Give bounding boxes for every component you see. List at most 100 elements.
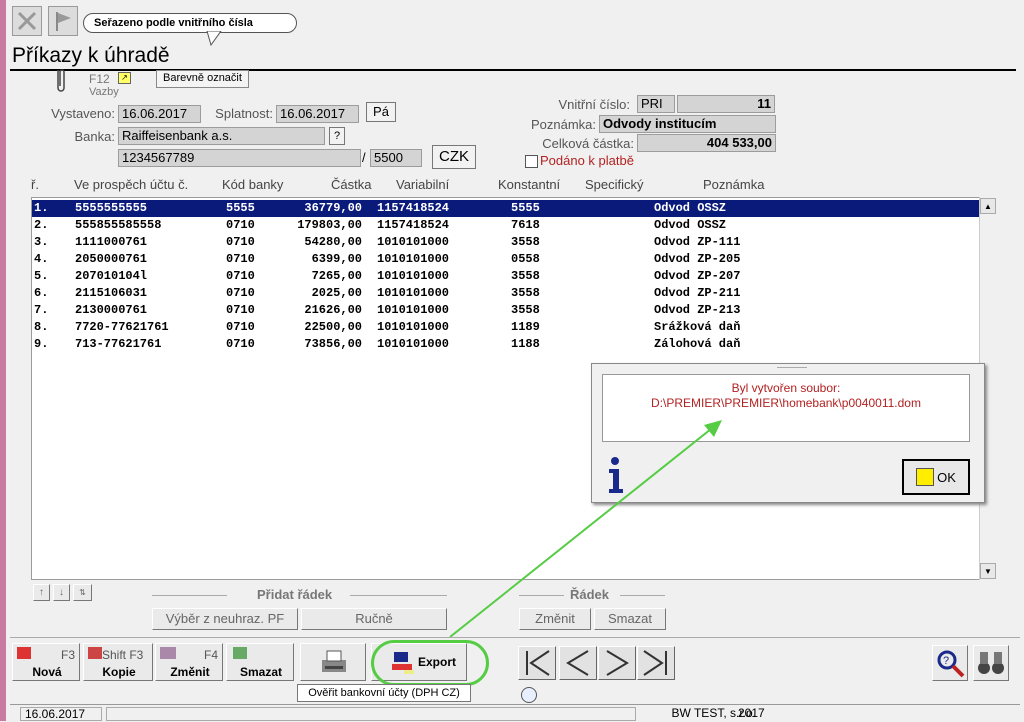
cell-ks: 0558 [511,252,540,266]
window-frame-edge [0,0,6,721]
move-down-icon[interactable]: ↓ [53,584,70,601]
banka-label: Banka: [74,129,115,144]
cell-castka: 7265,00 [311,269,362,283]
vyber-neuhraz-button[interactable]: Výběr z neuhraz. PF [152,608,298,630]
printer-icon [322,650,346,672]
scroll-up-icon[interactable]: ▲ [980,198,996,214]
nova-key: F3 [61,648,76,662]
clock-icon[interactable] [521,687,537,703]
sort-tooltip: Seřazeno podle vnitřního čísla [83,13,297,33]
zmenit-button[interactable]: F4 Změnit [155,643,223,681]
table-row[interactable]: 9. 713-77621761 0710 73856,00 1010101000 1188… [32,336,979,353]
cell-ucet: 1111000761 [75,235,148,249]
cell-castka: 73856,00 [304,337,362,351]
last-icon [643,650,667,676]
close-button[interactable] [12,6,42,36]
barevne-oznacit-tab[interactable]: Barevně označit [156,70,249,88]
cell-ucet: 2115106031 [75,286,148,300]
cell-ucet: 7720-77621761 [75,320,169,334]
col-header-kod[interactable]: Kód banky [222,177,283,192]
first-record-button[interactable] [518,646,556,680]
smazat-button[interactable]: Smazat [226,643,294,681]
sort-order-icon[interactable]: ⇅ [73,584,92,601]
day-button[interactable]: Pá [366,102,396,122]
table-row[interactable]: 1. 5555555555 5555 36779,00 1157418524 5555 Od… [32,200,979,217]
cell-n: 4. [34,252,49,266]
new-doc-icon [17,647,31,659]
cell-pozn: Odvod ZP-111 [654,235,741,249]
annotation-arrow [449,420,722,638]
close-icon [17,11,37,31]
table-row[interactable]: 3. 1111000761 0710 54280,00 1010101000 3558 Od… [32,234,979,251]
status-date: 16.06.2017 [20,707,102,721]
vystaveno-field[interactable]: 16.06.2017 [118,105,201,123]
last-record-button[interactable] [637,646,675,680]
table-row[interactable]: 4. 2050000761 0710 6399,00 1010101000 0558 Odv… [32,251,979,268]
bank-code-field[interactable]: 5500 [370,149,422,167]
cell-n: 9. [34,337,49,351]
col-header-castka[interactable]: Částka [331,177,371,192]
podano-label: Podáno k platbě [540,153,634,168]
first-icon [526,650,550,676]
currency-button[interactable]: CZK [432,145,476,169]
vnitrni-prefix-field[interactable]: PRI [637,95,675,113]
splatnost-field[interactable]: 16.06.2017 [276,105,359,123]
ok-button[interactable]: OK [902,459,970,495]
next-record-button[interactable] [598,646,636,680]
cell-ks: 7618 [511,218,540,232]
nova-label: Nová [32,665,62,679]
table-row[interactable]: 8. 7720-77621761 0710 22500,00 1010101000 118… [32,319,979,336]
table-header: ř. Ve prospěch účtu č. Kód banky Částka … [31,177,991,195]
scroll-down-icon[interactable]: ▼ [980,563,996,579]
message-line-1: Byl vytvořen soubor: [731,381,841,395]
col-header-konstantni[interactable]: Konstantní [498,177,560,192]
ok-label: OK [937,469,956,485]
smazat-label: Smazat [239,665,283,679]
vnitrni-cislo-field[interactable]: 11 [677,95,775,113]
binoculars-button[interactable] [973,645,1009,681]
flag-icon [56,12,71,31]
col-header-poznamka[interactable]: Poznámka [703,177,764,192]
table-row[interactable]: 5. 207010104l 0710 7265,00 1010101000 3558 Odv… [32,268,979,285]
paperclip-icon[interactable] [54,68,68,94]
col-header-specificky[interactable]: Specifický [585,177,644,192]
celkova-castka-field: 404 533,00 [637,134,776,152]
rucne-button[interactable]: Ručně [301,608,447,630]
cell-vs: 1010101000 [377,269,450,283]
cell-ucet: 5555555555 [75,201,148,215]
cell-ks: 3558 [511,269,540,283]
col-header-ucet[interactable]: Ve prospěch účtu č. [74,177,188,192]
dialog-grip[interactable] [777,367,807,368]
message-line-2: D:\PREMIER\PREMIER\homebank\p0040011.dom [651,396,921,410]
table-row[interactable]: 2. 555855585558 0710 179803,00 1157418524 761… [32,217,979,234]
move-up-icon[interactable]: ↑ [33,584,50,601]
cell-kod: 0710 [226,218,255,232]
flag-button[interactable] [48,6,78,36]
help-search-button[interactable]: ? [932,645,968,681]
col-header-row[interactable]: ř. [31,177,39,192]
account-number-field[interactable]: 1234567789 [118,149,361,167]
table-row[interactable]: 6. 2115106031 0710 2025,00 1010101000 3558 Odv… [32,285,979,302]
table-row[interactable]: 7. 2130000761 0710 21626,00 1010101000 3558 Od… [32,302,979,319]
cell-vs: 1010101000 [377,337,450,351]
prev-record-button[interactable] [559,646,597,680]
nova-button[interactable]: F3 Nová [12,643,80,681]
status-year: 2017 [738,706,765,720]
poznamka-field[interactable]: Odvody institucím [599,115,776,133]
banka-field[interactable]: Raiffeisenbank a.s. [118,127,325,145]
help-search-icon: ? [937,650,965,678]
print-button[interactable] [300,643,366,681]
cell-pozn: Odvod OSSZ [654,218,727,232]
col-header-variabilni[interactable]: Variabilní [396,177,449,192]
expand-icon[interactable]: ↗ [118,72,131,84]
divider [350,595,447,596]
cell-ks: 3558 [511,235,540,249]
ok-icon [916,468,935,486]
page-title: Příkazy k úhradě [12,44,170,67]
podano-checkbox[interactable] [525,155,538,168]
tooltip-tail [206,31,222,46]
kopie-button[interactable]: Shift F3 Kopie [83,643,153,681]
bank-lookup-button[interactable]: ? [329,127,345,145]
overit-ucty-tooltip[interactable]: Ověřit bankovní účty (DPH CZ) [297,684,471,702]
cell-kod: 0710 [226,303,255,317]
